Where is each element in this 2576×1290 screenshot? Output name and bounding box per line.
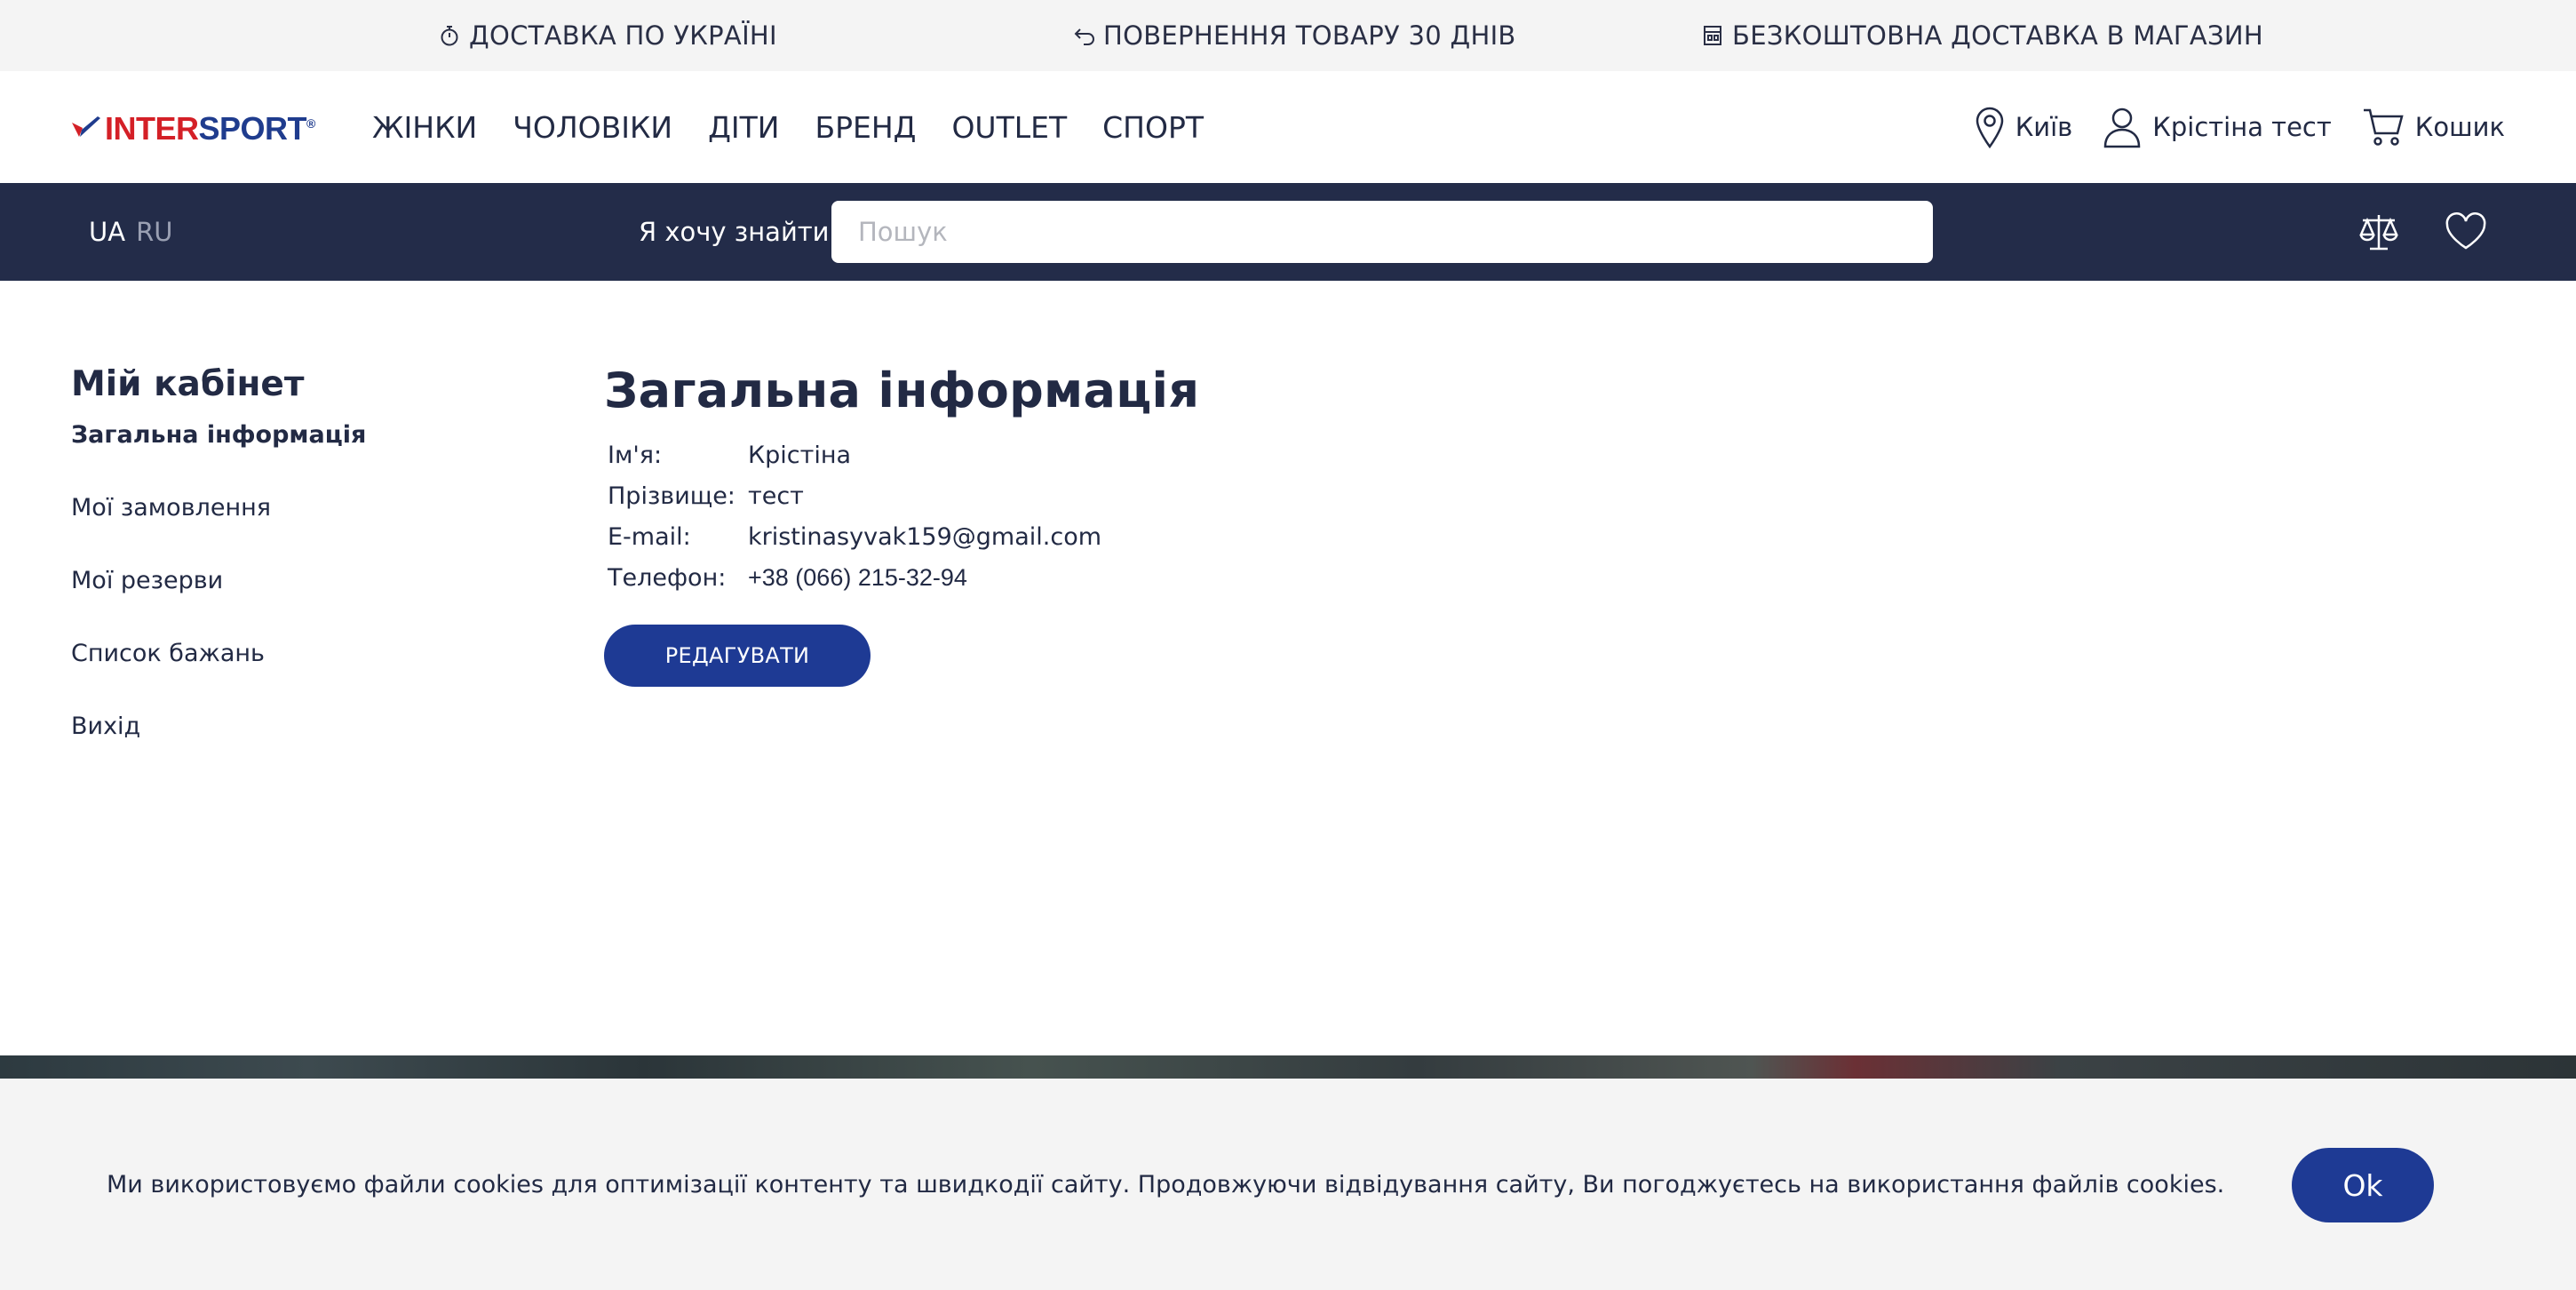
profile-row-first-name: Ім'я: Крістіна (604, 434, 1101, 475)
promo-return-label: ПОВЕРНЕННЯ ТОВАРУ 30 ДНІВ (1103, 20, 1516, 51)
cart-icon (2362, 107, 2405, 147)
last-name-value: тест (748, 482, 804, 510)
search-bar-actions (2313, 183, 2487, 281)
sidebar-item-reserves[interactable]: Мої резерви (71, 568, 515, 641)
location-pin-icon (1975, 106, 2005, 148)
cart-label: Кошик (2414, 112, 2505, 142)
wishlist-heart-icon[interactable] (2445, 212, 2487, 251)
email-label: E-mail: (608, 522, 691, 551)
profile-row-last-name: Прізвище: тест (604, 475, 1101, 516)
email-value: kristinasyvak159@gmail.com (748, 522, 1102, 551)
first-name-label: Ім'я: (608, 441, 663, 469)
account-sidebar: Мій кабінет Загальна інформація Мої замо… (71, 364, 515, 786)
sidebar-item-orders[interactable]: Мої замовлення (71, 495, 515, 568)
user-icon (2103, 106, 2142, 148)
page-title: Загальна інформація (604, 362, 1200, 418)
search-input[interactable] (831, 201, 1933, 263)
cart-link[interactable]: Кошик (2362, 107, 2505, 147)
header-actions: Київ Крістіна тест Кошик (1944, 71, 2505, 183)
first-name-value: Крістіна (748, 441, 852, 469)
nav-sport[interactable]: СПОРТ (1102, 110, 1204, 145)
nav-men[interactable]: ЧОЛОВІКИ (513, 110, 672, 145)
sidebar-item-wishlist[interactable]: Список бажань (71, 641, 515, 713)
site-header: INTERSPORT® ЖІНКИ ЧОЛОВІКИ ДІТИ БРЕНД OU… (0, 71, 2576, 183)
language-switcher: UA RU (89, 183, 172, 281)
lang-ua[interactable]: UA (89, 217, 125, 247)
search-bar: UA RU Я хочу знайти... (0, 183, 2576, 281)
sidebar-item-general-info[interactable]: Загальна інформація (71, 422, 515, 495)
user-account[interactable]: Крістіна тест (2103, 106, 2332, 148)
city-label: Київ (2015, 112, 2073, 142)
logo-text: INTERSPORT® (105, 110, 315, 147)
compare-scales-icon[interactable] (2357, 211, 2400, 252)
promo-bar: ДОСТАВКА ПО УКРАЇНІ ПОВЕРНЕННЯ ТОВАРУ 30… (0, 0, 2576, 71)
intersport-logo[interactable]: INTERSPORT® (71, 110, 315, 147)
last-name-label: Прізвище: (608, 482, 735, 510)
search-label: Я хочу знайти... (639, 217, 855, 247)
cookie-accept-button[interactable]: Ok (2292, 1148, 2434, 1222)
city-selector[interactable]: Київ (1975, 106, 2073, 148)
edit-profile-button[interactable]: РЕДАГУВАТИ (604, 625, 871, 687)
nav-brand[interactable]: БРЕНД (815, 110, 916, 145)
phone-label: Телефон: (608, 563, 727, 592)
sidebar-item-logout[interactable]: Вихід (71, 713, 515, 786)
promo-delivery: ДОСТАВКА ПО УКРАЇНІ (439, 0, 777, 71)
profile-info-table: Ім'я: Крістіна Прізвище: тест E-mail: kr… (604, 434, 1101, 598)
store-icon (1702, 24, 1725, 47)
promo-return: ПОВЕРНЕННЯ ТОВАРУ 30 ДНІВ (1073, 0, 1516, 71)
cookie-text: Ми використовуємо файли cookies для опти… (107, 1170, 2225, 1198)
promo-store-delivery-label: БЕЗКОШТОВНА ДОСТАВКА В МАГАЗИН (1732, 20, 2263, 51)
user-name: Крістіна тест (2152, 112, 2332, 142)
main-content: Загальна інформація Ім'я: Крістіна Прізв… (604, 362, 1670, 687)
promo-store-delivery: БЕЗКОШТОВНА ДОСТАВКА В МАГАЗИН (1702, 0, 2263, 71)
nav-women[interactable]: ЖІНКИ (372, 110, 477, 145)
cookie-banner: Ми використовуємо файли cookies для опти… (0, 1079, 2576, 1290)
stopwatch-icon (439, 24, 462, 47)
return-arrow-icon (1073, 24, 1096, 47)
nav-kids[interactable]: ДІТИ (708, 110, 779, 145)
sidebar-title: Мій кабінет (71, 364, 305, 404)
promo-delivery-label: ДОСТАВКА ПО УКРАЇНІ (469, 20, 777, 51)
main-nav: ЖІНКИ ЧОЛОВІКИ ДІТИ БРЕНД OUTLET СПОРТ (372, 71, 1239, 183)
footer-banner-image (0, 1055, 2576, 1079)
profile-row-phone: Телефон: +38 (066) 215-32-94 (604, 557, 1101, 598)
phone-value: +38 (066) 215-32-94 (748, 563, 967, 591)
nav-outlet[interactable]: OUTLET (951, 110, 1067, 145)
profile-row-email: E-mail: kristinasyvak159@gmail.com (604, 516, 1101, 557)
lang-ru[interactable]: RU (136, 217, 172, 247)
logo-mark-icon (72, 116, 100, 137)
